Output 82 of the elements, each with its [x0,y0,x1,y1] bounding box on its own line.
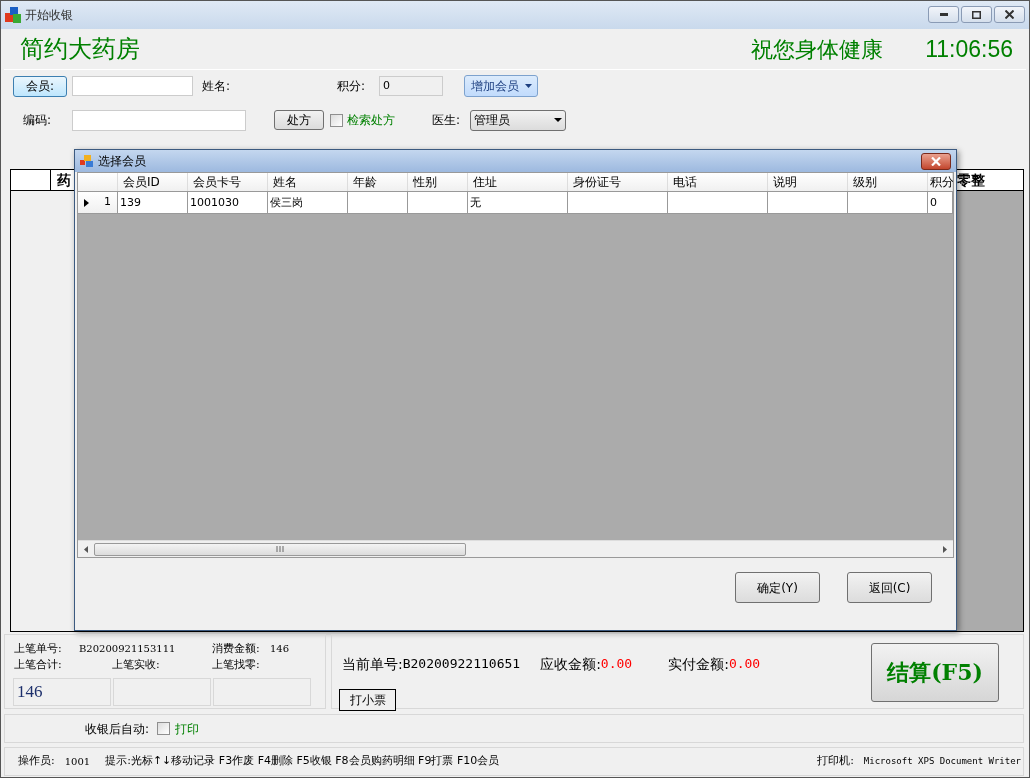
clock: 11:06:56 [925,34,1013,64]
table-cell-text: 0 [929,195,937,211]
column-header: 零整 [956,171,985,190]
field-label: 操作员: [18,753,55,770]
settle-button[interactable]: 结算(F5) [871,643,999,702]
minimize-button[interactable] [928,6,959,23]
add-member-button[interactable]: 增加会员 [464,75,539,97]
print-ticket-button[interactable]: 打小票 [339,689,396,711]
bill-number: B20200921153111 [79,642,177,656]
close-icon [931,156,941,166]
doctor-select[interactable]: 管理员 [470,109,567,131]
field-label: 上笔找零: [212,657,260,672]
horizontal-scrollbar[interactable] [78,540,953,557]
table-row[interactable]: 1 139 1001030 侯三岗 无 0 [78,192,953,214]
member-button[interactable]: 会员: [13,75,67,97]
column-header: 药 [57,172,71,188]
field-label: 当前单号: [342,654,403,674]
field-label: 消费金额: [212,641,261,656]
column-header[interactable]: 性别 [408,173,468,191]
bill-number: B20200922110651 [402,655,521,674]
column-header[interactable]: 身份证号 [568,173,668,191]
scroll-right-icon [943,545,947,553]
slogan: 祝您身体健康 [751,35,884,64]
field-label: 医生: [432,112,461,129]
row-number: 1 [104,194,111,211]
maximize-icon [972,10,981,19]
dialog-button[interactable]: 返回(C) [847,572,932,603]
minimize-icon [939,13,948,16]
row-pointer-icon [84,198,89,207]
checkbox-label: 打印 [175,720,200,738]
member-input[interactable] [72,76,193,96]
caret-icon [525,84,533,88]
table-cell-text: 139 [119,195,141,211]
amount-value: 0.00 [728,655,761,674]
dialog-title: 选择会员 [98,153,146,170]
column-header[interactable]: 说明 [768,173,848,191]
amount-value: 146 [270,642,290,656]
dialog-icon [80,155,94,167]
field-label: 实付金额: [668,654,729,674]
field-label: 上笔单号: [14,641,63,656]
prescription-button[interactable]: 处方 [274,110,325,130]
field-label: 上笔合计: [14,657,63,672]
close-button[interactable] [994,6,1025,23]
store-name: 简约大药房 [20,34,140,65]
field-label: 收银后自动: [85,720,150,738]
scrollbar-thumb[interactable] [94,542,466,556]
close-button[interactable] [921,152,951,170]
maximize-button[interactable] [961,6,992,23]
grip-icon [276,546,284,552]
app-icon [5,7,21,23]
table-cell-text: 侯三岗 [269,195,303,211]
amount-box: 146 [13,678,111,706]
field-label: 上笔实收: [112,657,161,672]
field-label: 积分: [337,78,366,95]
column-header[interactable]: 积分 [928,173,953,191]
points-value: 0 [379,76,444,96]
select-value: 管理员 [474,112,511,129]
dropdown-arrow-icon [554,118,563,122]
column-header[interactable]: 年龄 [348,173,408,191]
table-cell-text: 1001030 [189,195,239,211]
code-input[interactable] [72,109,247,131]
field-label: 打印机: [817,753,854,770]
field-label: 应收金额: [540,654,601,674]
window-title: 开始收银 [25,7,73,24]
column-header[interactable]: 住址 [468,173,568,191]
field-label: 编码: [23,112,52,129]
table-cell-text: 无 [469,195,481,211]
column-header[interactable]: 会员ID [118,173,188,191]
column-header[interactable]: 会员卡号 [188,173,268,191]
checkbox[interactable] [330,113,344,127]
scroll-left-icon [84,545,88,553]
checkbox-label: 检索处方 [347,112,396,129]
hint-text: 提示:光标↑↓移动记录 F3作废 F4删除 F5收银 F8会员购药明细 F9打票 F10会员 [105,753,500,770]
dialog-button[interactable]: 确定(Y) [735,572,820,603]
operator-id: 1001 [64,755,91,769]
column-header[interactable]: 电话 [668,173,768,191]
printer-name: Microsoft XPS Document Writer [863,754,1021,768]
field-label: 姓名: [202,78,231,95]
column-header[interactable]: 级别 [848,173,928,191]
column-header[interactable]: 姓名 [268,173,348,191]
close-icon [1005,10,1014,19]
checkbox[interactable] [157,722,171,735]
